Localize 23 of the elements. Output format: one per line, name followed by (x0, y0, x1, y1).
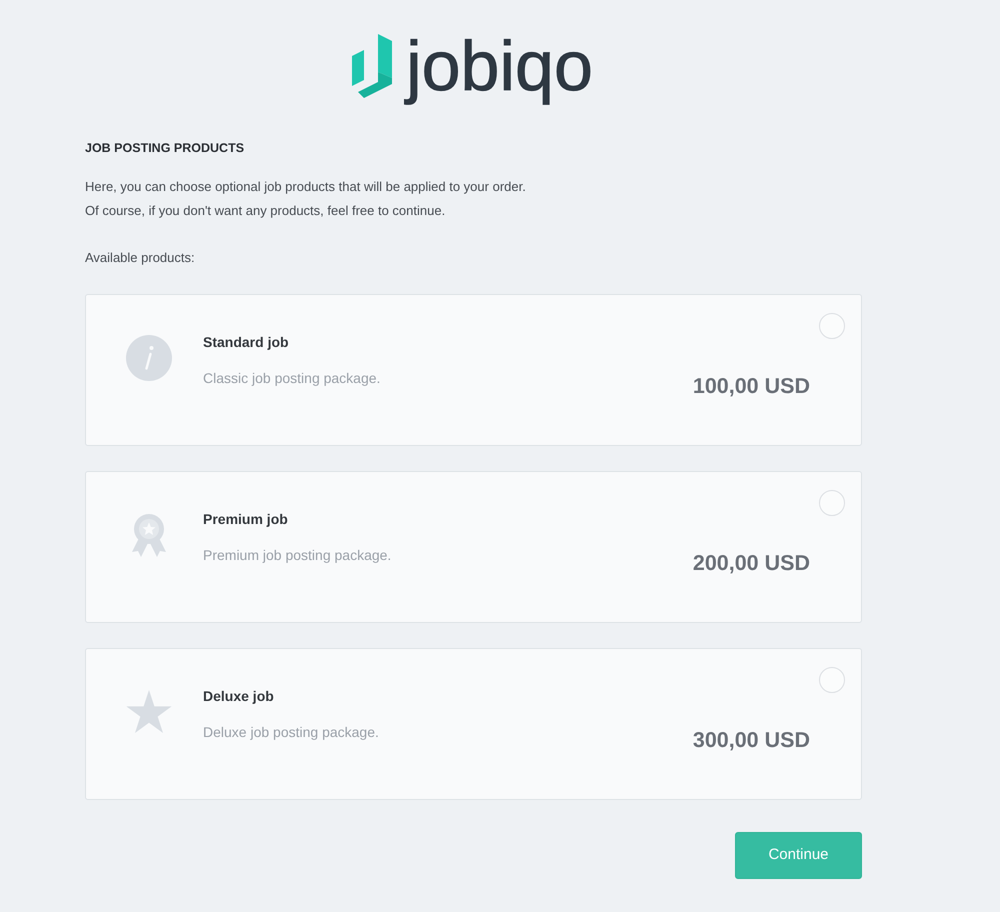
product-price: 300,00 USD (692, 727, 810, 754)
product-title: Deluxe job (203, 687, 274, 706)
logo-mark-icon (352, 34, 392, 98)
product-description: Premium job posting package. (203, 546, 392, 565)
product-card[interactable]: Premium job Premium job posting package. 200,00 USD (85, 471, 862, 623)
available-products-label: Available products: (85, 249, 196, 267)
info-icon (126, 335, 172, 381)
intro-text: Of course, if you don't want any products, feel free to continue. (85, 202, 446, 220)
product-title: Premium job (203, 510, 288, 529)
product-price: 200,00 USD (692, 550, 810, 577)
product-price: 100,00 USD (692, 373, 810, 400)
star-icon (126, 689, 172, 735)
product-description: Deluxe job posting package. (203, 723, 379, 742)
logo-text: jobiqo (404, 26, 594, 107)
product-card[interactable]: Deluxe job Deluxe job posting package. 300,00 USD (85, 648, 862, 800)
product-description: Classic job posting package. (203, 369, 380, 388)
product-radio[interactable] (819, 490, 845, 516)
product-card[interactable]: Standard job Classic job posting package. 100,00 USD (85, 294, 862, 446)
intro-text: Here, you can choose optional job products that will be applied to your order. (85, 178, 527, 196)
product-title: Standard job (203, 333, 289, 352)
product-radio[interactable] (819, 667, 845, 693)
product-radio[interactable] (819, 313, 845, 339)
section-heading: JOB POSTING PRODUCTS (85, 140, 246, 156)
